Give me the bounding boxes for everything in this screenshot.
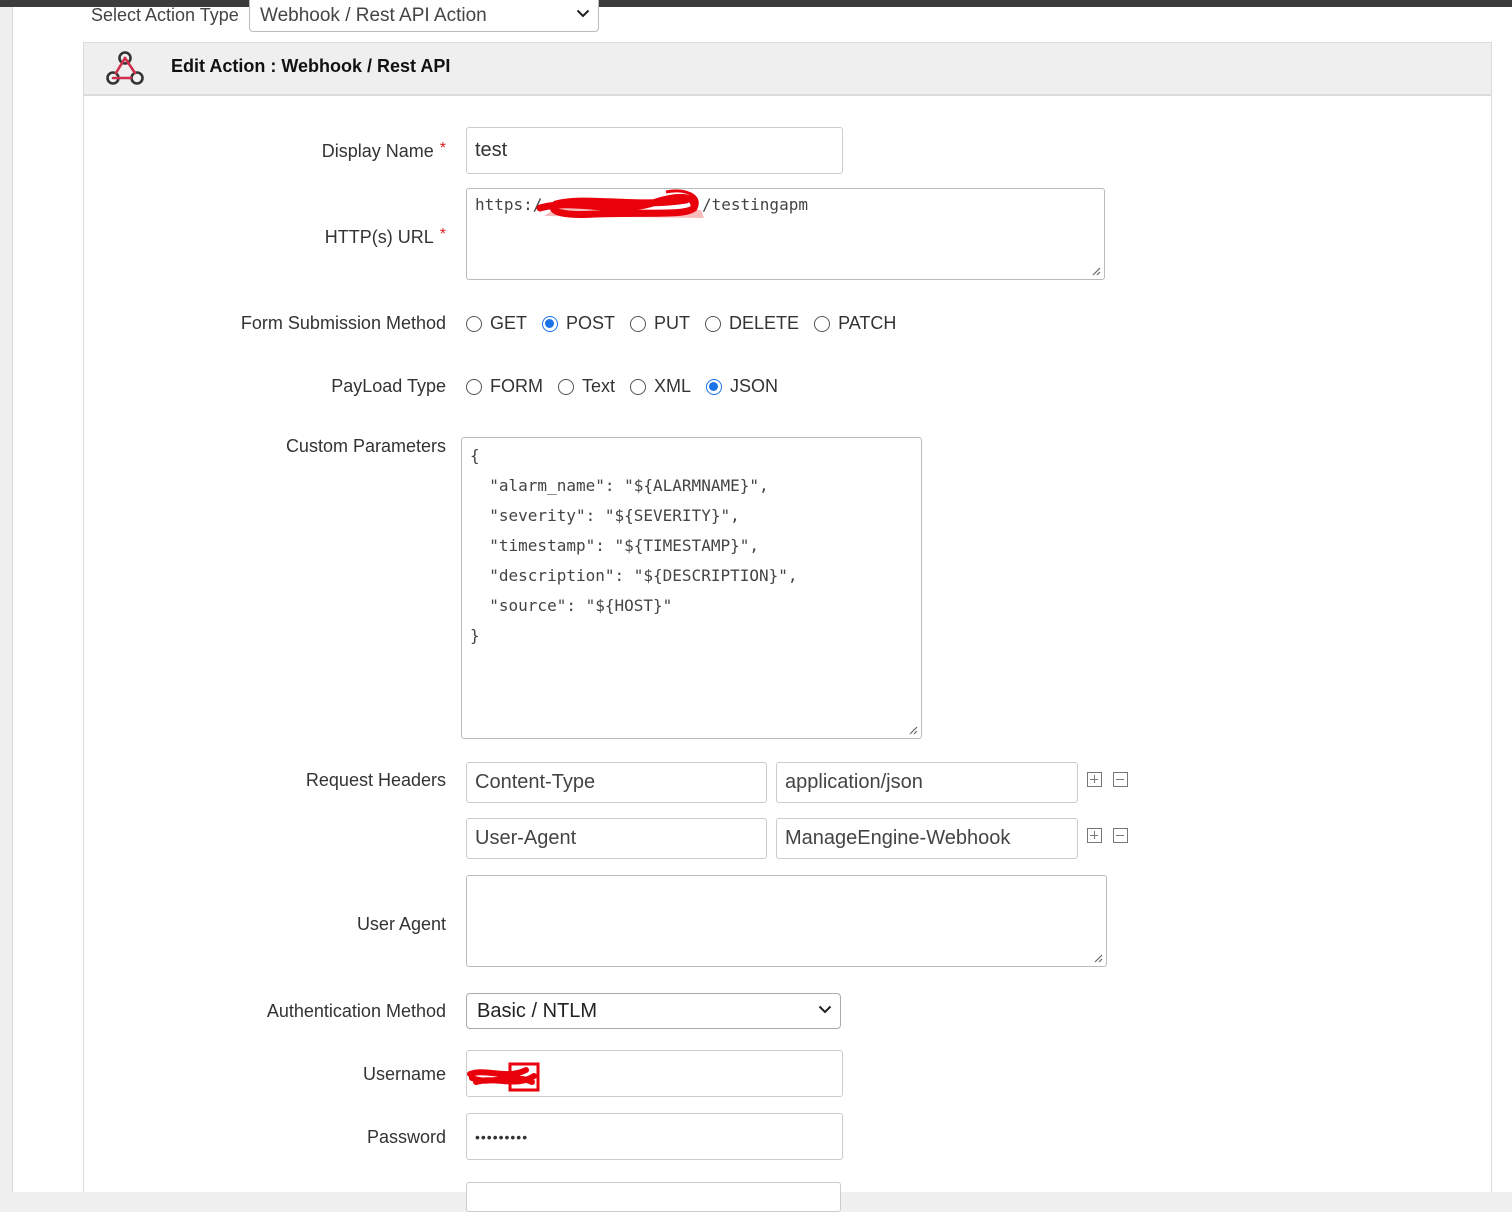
radio-label: POST — [566, 313, 616, 333]
radio-button[interactable] — [466, 315, 482, 332]
payload-option-form[interactable]: FORM — [466, 376, 543, 397]
request-headers-label: Request Headers — [305, 770, 446, 790]
authentication-method-label: Authentication Method — [266, 1001, 446, 1021]
method-radio-group: GET POST PUT DELETE PATCH — [466, 313, 911, 334]
code-line: } — [470, 626, 480, 645]
code-line: "description": "${DESCRIPTION}", — [470, 566, 798, 585]
method-option-patch[interactable]: PATCH — [814, 313, 896, 334]
password-masked-value: ••••••••• — [475, 1128, 529, 1145]
code-line: "timestamp": "${TIMESTAMP}", — [470, 536, 759, 555]
radio-label: XML — [654, 376, 692, 396]
header-value-input[interactable]: application/json — [776, 762, 1078, 803]
radio-button[interactable] — [630, 315, 647, 332]
code-line: "severity": "${SEVERITY}", — [470, 506, 740, 525]
display-name-value: test — [475, 139, 508, 161]
header-name-input[interactable]: Content-Type — [466, 762, 767, 803]
radio-label: PUT — [654, 313, 691, 333]
radio-label: GET — [490, 313, 528, 333]
display-name-input[interactable]: test — [466, 127, 843, 174]
payload-radio-group: FORM Text XML JSON — [466, 376, 793, 397]
display-name-label: Display Name * — [321, 140, 446, 162]
radio-button[interactable] — [466, 378, 482, 395]
header-value-value: ManageEngine-Webhook — [785, 827, 1011, 849]
header-name-value: User-Agent — [475, 827, 577, 849]
radio-label: Text — [582, 376, 616, 396]
custom-parameters-label: Custom Parameters — [285, 436, 446, 456]
code-line: "alarm_name": "${ALARMNAME}", — [470, 476, 769, 495]
username-label: Username — [362, 1064, 446, 1084]
radio-label: JSON — [730, 376, 779, 396]
authentication-method-value: Basic / NTLM — [477, 999, 598, 1022]
select-action-type-label: Select Action Type — [91, 5, 239, 25]
action-type-select[interactable]: Webhook / Rest API Action — [249, 0, 599, 32]
password-label: Password — [366, 1127, 446, 1147]
display-name-label-text: Display Name — [321, 141, 434, 161]
password-input[interactable]: ••••••••• — [466, 1113, 843, 1160]
authentication-method-select[interactable]: Basic / NTLM — [466, 993, 841, 1029]
header-name-input[interactable]: User-Agent — [466, 818, 767, 859]
http-url-label-text: HTTP(s) URL — [324, 227, 434, 247]
required-marker: * — [439, 140, 446, 157]
chevron-down-icon — [818, 1005, 832, 1014]
username-redaction-scribble — [467, 1062, 540, 1092]
code-line: { — [470, 446, 480, 465]
radio-label: FORM — [490, 376, 543, 396]
radio-button[interactable] — [814, 315, 831, 332]
minus-box-icon[interactable] — [1113, 772, 1128, 787]
radio-label: DELETE — [729, 313, 800, 333]
resize-grip-icon[interactable] — [1091, 266, 1101, 276]
next-field-input-partial[interactable] — [466, 1182, 841, 1212]
radio-button[interactable] — [705, 315, 722, 332]
method-label: Form Submission Method — [240, 313, 446, 333]
method-option-get[interactable]: GET — [466, 313, 527, 334]
payload-type-label: PayLoad Type — [331, 376, 446, 396]
chevron-down-icon — [576, 9, 590, 18]
method-option-put[interactable]: PUT — [630, 313, 690, 334]
action-type-select-value: Webhook / Rest API Action — [260, 5, 487, 26]
http-url-suffix: /testingapm — [702, 195, 808, 214]
radio-label: PATCH — [838, 313, 897, 333]
custom-parameters-textarea[interactable]: { "alarm_name": "${ALARMNAME}", "severit… — [461, 437, 922, 739]
header-value-value: application/json — [785, 771, 923, 793]
radio-button[interactable] — [558, 378, 574, 395]
plus-box-icon[interactable] — [1087, 772, 1102, 787]
code-line: "source": "${HOST}" — [470, 596, 673, 615]
method-option-post[interactable]: POST — [542, 313, 615, 334]
resize-grip-icon[interactable] — [908, 725, 918, 735]
header-value-input[interactable]: ManageEngine-Webhook — [776, 818, 1078, 859]
method-option-delete[interactable]: DELETE — [705, 313, 799, 334]
minus-box-icon[interactable] — [1113, 828, 1128, 843]
payload-option-xml[interactable]: XML — [630, 376, 691, 397]
url-redaction-scribble — [536, 189, 704, 218]
resize-grip-icon[interactable] — [1093, 953, 1103, 963]
payload-option-text[interactable]: Text — [558, 376, 615, 397]
required-marker: * — [439, 226, 446, 243]
panel-title: Edit Action : Webhook / Rest API — [171, 56, 451, 76]
http-url-prefix: https:/ — [475, 195, 543, 214]
radio-button[interactable] — [630, 378, 647, 395]
radio-button-selected[interactable] — [542, 315, 559, 332]
user-agent-textarea[interactable] — [466, 875, 1107, 967]
header-name-value: Content-Type — [475, 771, 596, 793]
webhook-icon — [106, 51, 144, 85]
user-agent-label: User Agent — [356, 914, 446, 934]
http-url-label: HTTP(s) URL * — [324, 226, 446, 248]
plus-box-icon[interactable] — [1087, 828, 1102, 843]
payload-option-json[interactable]: JSON — [706, 376, 778, 397]
radio-button-selected[interactable] — [706, 378, 723, 395]
